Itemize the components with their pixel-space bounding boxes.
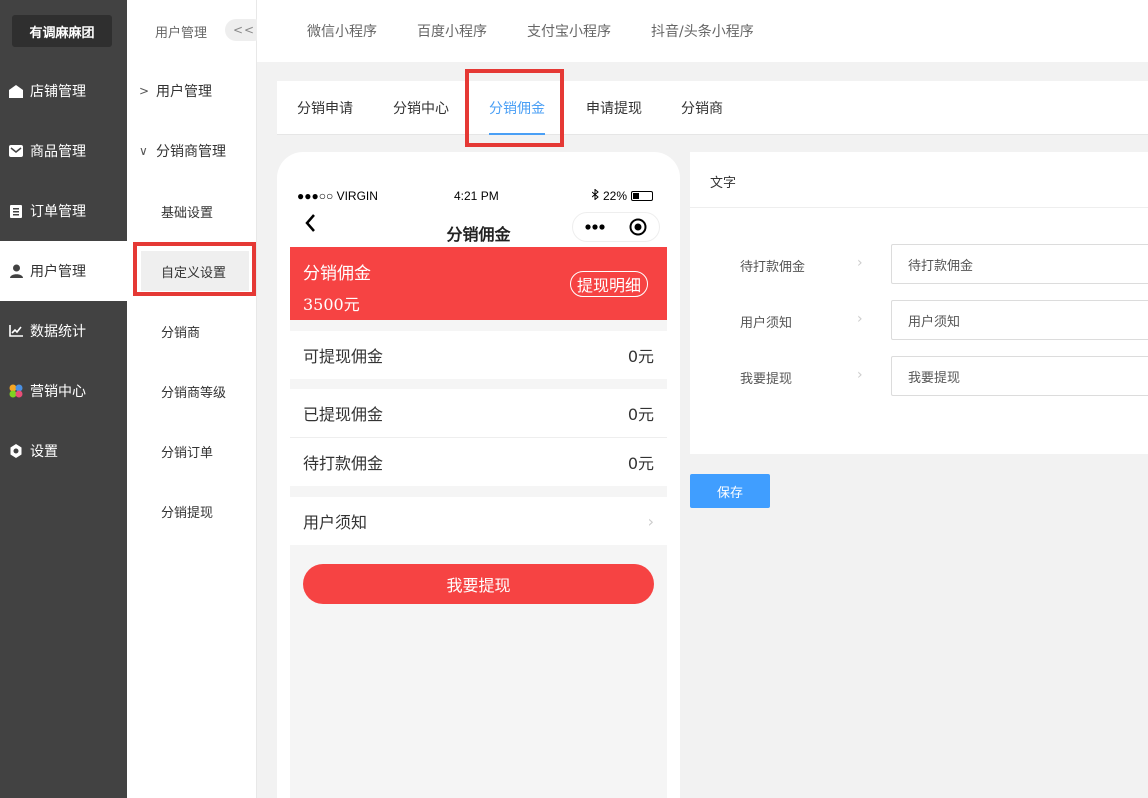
gear-icon xyxy=(9,444,23,458)
tab-baidu[interactable]: 百度小程序 xyxy=(417,0,487,62)
pending-commission-input[interactable] xyxy=(891,244,1148,284)
nav-label: 营销中心 xyxy=(30,384,86,400)
withdraw-detail-button[interactable]: 提现明细 xyxy=(570,271,649,297)
row-value: 0元 xyxy=(627,405,654,424)
nav-item-settings[interactable]: 设置 xyxy=(0,421,127,481)
brand-logo[interactable]: 有调麻麻团 xyxy=(12,15,112,47)
chevron-right-icon: > xyxy=(139,84,150,98)
tab-distributor[interactable]: 分销商 xyxy=(681,81,723,135)
close-target-icon[interactable] xyxy=(616,213,659,241)
main-sidebar: 有调麻麻团 店铺管理 商品管理 订单管理 用户管理 数据统计 营销中心 设置 xyxy=(0,0,127,798)
text-settings-panel: 文字 待打款佣金 › 用户须知 › 我要提现 › xyxy=(690,152,1148,454)
nav-label: 数据统计 xyxy=(30,324,86,340)
user-notice-input[interactable] xyxy=(891,300,1148,340)
carrier-text: ●●●○○ VIRGIN xyxy=(297,189,378,203)
row-pending-payment: 待打款佣金 0元 xyxy=(290,438,667,486)
more-dots-icon[interactable] xyxy=(573,213,616,241)
nav-label: 订单管理 xyxy=(30,204,86,220)
secondary-menu: 用户管理 << > 用户管理 ∨ 分销商管理 基础设置 自定义设置 分销商 分销… xyxy=(127,0,265,798)
row-value: 0元 xyxy=(627,347,654,366)
nav-item-orders[interactable]: 订单管理 xyxy=(0,181,127,241)
row-withdrawn: 已提现佣金 0元 xyxy=(290,389,667,437)
nav-item-stats[interactable]: 数据统计 xyxy=(0,301,127,361)
nav-label: 商品管理 xyxy=(30,144,86,160)
battery-indicator: 22% xyxy=(591,188,654,203)
bluetooth-icon xyxy=(591,188,599,203)
chevron-right-icon: › xyxy=(647,511,654,531)
nav-item-store[interactable]: 店铺管理 xyxy=(0,61,127,121)
row-label: 可提现佣金 xyxy=(303,347,384,366)
battery-icon xyxy=(631,191,654,201)
nav-label: 设置 xyxy=(30,444,58,460)
submenu-group-distributors[interactable]: ∨ 分销商管理 xyxy=(127,131,257,171)
miniprogram-capsule xyxy=(572,212,660,242)
row-label: 已提现佣金 xyxy=(303,405,384,424)
nav-item-marketing[interactable]: 营销中心 xyxy=(0,361,127,421)
chevron-right-icon: › xyxy=(857,311,863,327)
phone-nav-bar: 分销佣金 xyxy=(290,207,667,247)
save-button[interactable]: 保存 xyxy=(690,474,770,508)
withdraw-button[interactable]: 我要提现 xyxy=(303,564,654,604)
submenu-item-distributors[interactable]: 分销商 xyxy=(127,311,257,351)
submenu-group-users[interactable]: > 用户管理 xyxy=(127,71,257,111)
panel-title: 文字 xyxy=(710,176,737,191)
tab-distribution-center[interactable]: 分销中心 xyxy=(393,81,449,135)
panel-header: 文字 xyxy=(690,152,1148,208)
highlight-box-tab xyxy=(465,69,564,147)
field-label-withdraw: 我要提现 xyxy=(740,372,793,387)
commission-banner: 分销佣金 3500元 提现明细 xyxy=(290,247,667,320)
row-label: 用户须知 xyxy=(303,513,368,532)
page-tabbar: 分销申请 分销中心 分销佣金 申请提现 分销商 xyxy=(277,81,1148,135)
nav-label: 店铺管理 xyxy=(30,84,86,100)
tab-wechat[interactable]: 微信小程序 xyxy=(307,0,377,62)
phone-screen: ●●●○○ VIRGIN 4:21 PM 22% 分销佣金 分销佣金 3500元… xyxy=(290,185,667,798)
chevron-right-icon: › xyxy=(857,255,863,271)
marketing-icon xyxy=(9,384,23,398)
submenu-item-basic-settings[interactable]: 基础设置 xyxy=(127,191,257,231)
nav-item-users[interactable]: 用户管理 xyxy=(0,241,127,301)
highlight-box-submenu xyxy=(133,242,256,296)
tab-douyin[interactable]: 抖音/头条小程序 xyxy=(651,0,754,62)
platform-tabbar: 微信小程序 百度小程序 支付宝小程序 抖音/头条小程序 xyxy=(257,0,1148,62)
chevron-down-icon: ∨ xyxy=(139,144,148,158)
nav-item-products[interactable]: 商品管理 xyxy=(0,121,127,181)
row-value: 0元 xyxy=(627,454,654,473)
submenu-label: 用户管理 xyxy=(156,84,212,100)
field-label-pending: 待打款佣金 xyxy=(740,260,806,275)
clipboard-icon xyxy=(9,204,23,218)
mail-icon xyxy=(9,144,23,158)
withdraw-text-input[interactable] xyxy=(891,356,1148,396)
clock-text: 4:21 PM xyxy=(454,189,499,203)
user-icon xyxy=(9,264,23,278)
phone-status-bar: ●●●○○ VIRGIN 4:21 PM 22% xyxy=(290,185,667,207)
battery-percent: 22% xyxy=(603,189,628,203)
row-withdrawable: 可提现佣金 0元 xyxy=(290,331,667,379)
submenu-title: 用户管理 xyxy=(155,26,208,41)
nav-label: 用户管理 xyxy=(30,264,86,280)
row-label: 待打款佣金 xyxy=(303,454,384,473)
tab-alipay[interactable]: 支付宝小程序 xyxy=(527,0,611,62)
chart-icon xyxy=(9,324,23,338)
row-user-notice[interactable]: 用户须知 › xyxy=(290,497,667,545)
field-label-notice: 用户须知 xyxy=(740,316,793,331)
tab-distribution-apply[interactable]: 分销申请 xyxy=(297,81,353,135)
commission-label: 分销佣金 xyxy=(303,264,371,284)
chevron-right-icon: › xyxy=(857,367,863,383)
home-icon xyxy=(9,84,23,98)
submenu-item-distribution-withdraw[interactable]: 分销提现 xyxy=(127,491,257,531)
submenu-item-distribution-orders[interactable]: 分销订单 xyxy=(127,431,257,471)
commission-amount: 3500元 xyxy=(303,295,360,314)
submenu-item-distributor-levels[interactable]: 分销商等级 xyxy=(127,371,257,411)
tab-apply-withdraw[interactable]: 申请提现 xyxy=(586,81,642,135)
submenu-label: 分销商管理 xyxy=(156,144,226,160)
